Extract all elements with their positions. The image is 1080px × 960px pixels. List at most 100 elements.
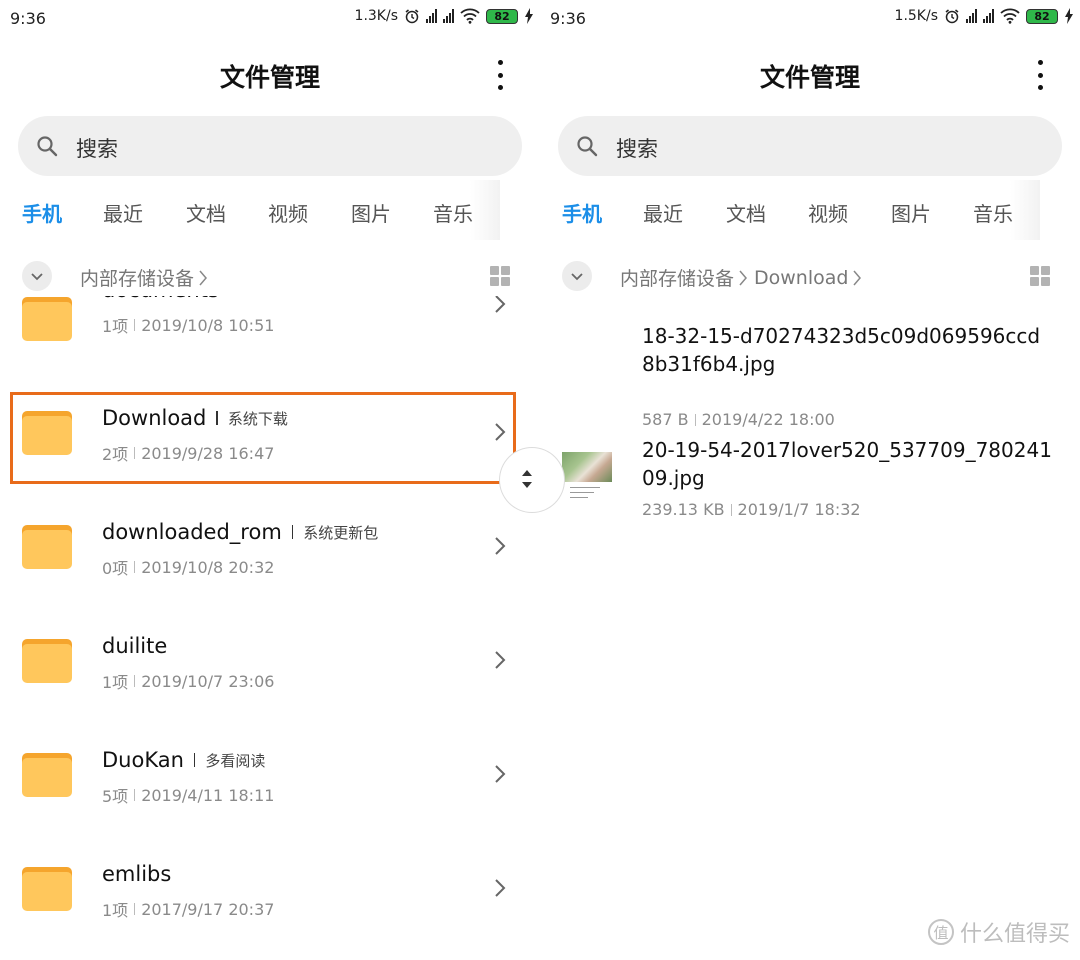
watermark: 值 什么值得买 [927, 916, 1070, 948]
grid-view-icon[interactable] [1030, 266, 1050, 286]
folder-date: 2017/9/17 20:37 [141, 899, 275, 919]
more-options-icon[interactable] [494, 60, 506, 90]
folder-icon [22, 753, 72, 797]
search-placeholder: 搜索 [76, 137, 118, 161]
tab-images[interactable]: 图片 [891, 198, 931, 227]
chevron-right-icon [495, 423, 506, 441]
tab-documents[interactable]: 文档 [186, 198, 226, 227]
folder-icon [22, 867, 72, 911]
status-time: 9:36 [10, 9, 46, 28]
page-title: 文件管理 [219, 63, 320, 92]
tab-videos[interactable]: 视频 [808, 198, 848, 227]
tab-phone[interactable]: 手机 [22, 198, 62, 227]
arrow-up-icon [522, 470, 532, 476]
search-input[interactable]: 搜索 [558, 116, 1062, 176]
chevron-right-icon [199, 270, 208, 285]
file-name: 20-19-54-2017lover520_537709_78024109.jp… [642, 438, 1052, 490]
folder-tag: 系统更新包 [303, 523, 379, 542]
chevron-right-icon [739, 270, 748, 285]
watermark-logo-icon: 值 [927, 919, 954, 945]
breadcrumb-root[interactable]: 内部存储设备 [620, 264, 734, 291]
chevron-right-icon [495, 651, 506, 669]
tab-phone[interactable]: 手机 [562, 198, 602, 227]
folder-row[interactable]: duilite 1项 2019/10/7 23:06 [0, 620, 540, 734]
file-date: 2019/4/22 18:00 [701, 410, 835, 429]
chevron-down-icon [31, 273, 43, 281]
breadcrumb-download[interactable]: Download [754, 267, 848, 289]
folder-name: emlibs [102, 862, 172, 886]
more-options-icon[interactable] [1034, 60, 1046, 90]
grid-view-icon[interactable] [490, 266, 510, 286]
search-input[interactable]: 搜索 [18, 116, 522, 176]
file-size: 587 B [642, 410, 689, 429]
charging-icon [525, 8, 533, 24]
folder-count: 0项 [102, 559, 129, 578]
collapse-button[interactable] [562, 261, 592, 291]
chevron-right-icon [853, 270, 862, 285]
charging-icon [1065, 8, 1073, 24]
status-bar: 9:36 1.3K/s 82 [0, 0, 540, 36]
folder-row-download[interactable]: Download 系统下载 2项 2019/9/28 16:47 [0, 392, 540, 506]
network-speed: 1.3K/s [354, 8, 398, 24]
wifi-icon [460, 8, 480, 24]
right-screen: 9:36 1.5K/s 82 文件管理 搜索 手机 最近 文档 视频 图片 音乐… [540, 0, 1080, 960]
chevron-right-icon [495, 296, 506, 313]
folder-count: 5项 [102, 787, 129, 806]
chevron-right-icon [495, 537, 506, 555]
folder-count: 1项 [102, 317, 129, 336]
folder-icon [22, 639, 72, 683]
status-time: 9:36 [550, 9, 586, 28]
signal-icon-2 [983, 9, 994, 23]
folder-date: 2019/10/7 23:06 [141, 671, 275, 691]
tab-recent[interactable]: 最近 [643, 198, 683, 227]
battery-icon: 82 [1026, 8, 1058, 24]
folder-icon [22, 411, 72, 455]
signal-icon [426, 9, 437, 23]
tab-recent[interactable]: 最近 [103, 198, 143, 227]
tab-music[interactable]: 音乐 [433, 198, 473, 227]
folder-name: downloaded_rom [102, 520, 282, 544]
folder-date: 2019/4/11 18:11 [141, 785, 275, 805]
file-row[interactable]: 20-19-54-2017lover520_537709_78024109.jp… [540, 434, 1080, 544]
breadcrumb: 内部存储设备 Download [540, 256, 1080, 296]
folder-list: documents 1项 2019/10/8 10:51 Download 系统下载… [0, 296, 540, 960]
image-thumbnail [562, 452, 612, 502]
alarm-icon [405, 9, 419, 24]
page-title: 文件管理 [759, 63, 860, 92]
folder-row[interactable]: DuoKan 多看阅读 5项 2019/4/11 18:11 [0, 734, 540, 848]
network-speed: 1.5K/s [894, 8, 938, 24]
folder-name: DuoKan [102, 748, 184, 772]
folder-name: Download [102, 406, 207, 430]
alarm-icon [945, 9, 959, 24]
folder-count: 2项 [102, 445, 129, 464]
folder-tag: 系统下载 [227, 409, 288, 428]
battery-icon: 82 [486, 8, 518, 24]
tab-images[interactable]: 图片 [351, 198, 391, 227]
watermark-text: 什么值得买 [959, 922, 1070, 947]
folder-row[interactable]: emlibs 1项 2017/9/17 20:37 [0, 848, 540, 960]
tab-music[interactable]: 音乐 [973, 198, 1013, 227]
folder-count: 1项 [102, 901, 129, 920]
breadcrumb-root[interactable]: 内部存储设备 [80, 264, 194, 291]
folder-date: 2019/10/8 10:51 [141, 315, 275, 335]
search-icon [37, 136, 58, 157]
tab-documents[interactable]: 文档 [726, 198, 766, 227]
chevron-down-icon [571, 273, 583, 281]
collapse-button[interactable] [22, 261, 52, 291]
folder-name: duilite [102, 634, 168, 658]
chevron-right-icon [495, 765, 506, 783]
folder-tag: 多看阅读 [205, 751, 266, 770]
tab-videos[interactable]: 视频 [268, 198, 308, 227]
file-date: 2019/1/7 18:32 [737, 500, 861, 519]
folder-row[interactable]: documents 1项 2019/10/8 10:51 [0, 296, 540, 392]
folder-row[interactable]: downloaded_rom 系统更新包 0项 2019/10/8 20:32 [0, 506, 540, 620]
file-row[interactable]: 18-32-15-d70274323d5c09d069596ccd8b31f6b… [540, 320, 1080, 430]
signal-icon [966, 9, 977, 23]
search-icon [577, 136, 598, 157]
folder-count: 1项 [102, 673, 129, 692]
fast-scroll-handle[interactable] [500, 448, 564, 512]
chevron-right-icon [495, 879, 506, 897]
file-size: 239.13 KB [642, 500, 725, 519]
search-placeholder: 搜索 [616, 137, 658, 161]
signal-icon-2 [443, 9, 454, 23]
